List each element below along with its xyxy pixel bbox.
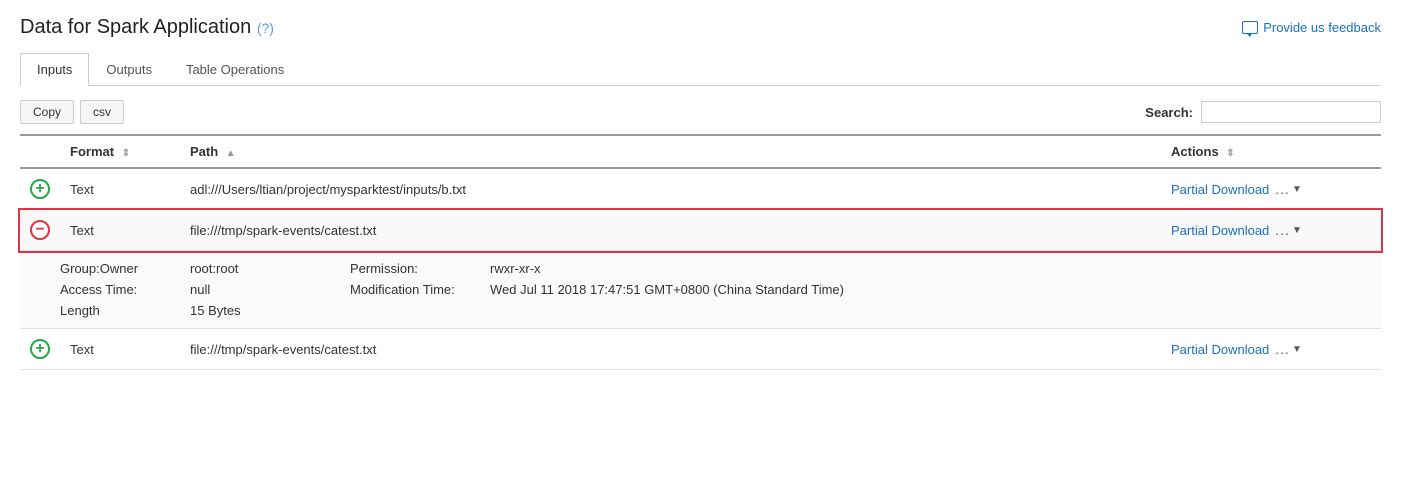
partial-download-link[interactable]: Partial Download <box>1171 223 1269 238</box>
toolbar: Copy csv Search: <box>20 100 1381 124</box>
partial-download-link[interactable]: Partial Download <box>1171 342 1269 357</box>
tab-bar: Inputs Outputs Table Operations <box>20 53 1381 86</box>
permission-val: rwxr-xr-x <box>490 261 1361 276</box>
partial-download-link[interactable]: Partial Download <box>1171 182 1269 197</box>
detail-row: Group:Owner root:root Permission: rwxr-x… <box>20 251 1381 329</box>
row2-icon-cell: − <box>20 210 60 251</box>
col-icon <box>20 135 60 168</box>
row3-path: file:///tmp/spark-events/catest.txt <box>180 329 1161 370</box>
row3-format: Text <box>60 329 180 370</box>
detail-cell: Group:Owner root:root Permission: rwxr-x… <box>20 251 1381 329</box>
collapse-button[interactable]: − <box>30 220 50 240</box>
length-val: 15 Bytes <box>190 303 350 318</box>
expand-button[interactable]: + <box>30 339 50 359</box>
table-row: + Text file:///tmp/spark-events/catest.t… <box>20 329 1381 370</box>
help-icon[interactable]: (?) <box>257 20 274 36</box>
row3-icon-cell: + <box>20 329 60 370</box>
tab-outputs[interactable]: Outputs <box>89 53 169 85</box>
tab-table-operations[interactable]: Table Operations <box>169 53 301 85</box>
search-label: Search: <box>1145 105 1193 120</box>
row1-actions: Partial Download ... ▼ <box>1161 168 1381 210</box>
action-dropdown[interactable]: ... ▼ <box>1275 181 1302 197</box>
action-dropdown[interactable]: ... ▼ <box>1275 341 1302 357</box>
col-actions[interactable]: Actions ⇕ <box>1161 135 1381 168</box>
access-time-val: null <box>190 282 350 297</box>
action-dropdown[interactable]: ... ▼ <box>1275 222 1302 238</box>
row1-path: adl:///Users/ltian/project/mysparktest/i… <box>180 168 1161 210</box>
sort-path-icon: ▲ <box>226 148 236 159</box>
col-format[interactable]: Format ⇕ <box>60 135 180 168</box>
copy-button[interactable]: Copy <box>20 100 74 124</box>
access-time-key: Access Time: <box>60 282 190 297</box>
search-area: Search: <box>1145 101 1381 123</box>
permission-key: Permission: <box>350 261 490 276</box>
modification-time-val: Wed Jul 11 2018 17:47:51 GMT+0800 (China… <box>490 282 1361 297</box>
feedback-link[interactable]: Provide us feedback <box>1242 20 1381 35</box>
group-owner-key: Group:Owner <box>60 261 190 276</box>
feedback-icon <box>1242 21 1258 34</box>
table-row: − Text file:///tmp/spark-events/catest.t… <box>20 210 1381 251</box>
row2-path: file:///tmp/spark-events/catest.txt <box>180 210 1161 251</box>
sort-format-icon: ⇕ <box>122 148 130 159</box>
modification-time-key: Modification Time: <box>350 282 490 297</box>
toolbar-left: Copy csv <box>20 100 124 124</box>
page-title: Data for Spark Application (?) <box>20 16 274 39</box>
row2-format: Text <box>60 210 180 251</box>
tab-inputs[interactable]: Inputs <box>20 53 89 86</box>
col-path[interactable]: Path ▲ <box>180 135 1161 168</box>
search-input[interactable] <box>1201 101 1381 123</box>
data-table: Format ⇕ Path ▲ Actions ⇕ + Text <box>20 134 1381 370</box>
row1-icon-cell: + <box>20 168 60 210</box>
length-key: Length <box>60 303 190 318</box>
csv-button[interactable]: csv <box>80 100 124 124</box>
expand-button[interactable]: + <box>30 179 50 199</box>
detail-grid: Group:Owner root:root Permission: rwxr-x… <box>60 257 1361 322</box>
table-row: + Text adl:///Users/ltian/project/myspar… <box>20 168 1381 210</box>
sort-actions-icon: ⇕ <box>1226 148 1234 159</box>
row1-format: Text <box>60 168 180 210</box>
group-owner-val: root:root <box>190 261 350 276</box>
row2-actions: Partial Download ... ▼ <box>1161 210 1381 251</box>
row3-actions: Partial Download ... ▼ <box>1161 329 1381 370</box>
